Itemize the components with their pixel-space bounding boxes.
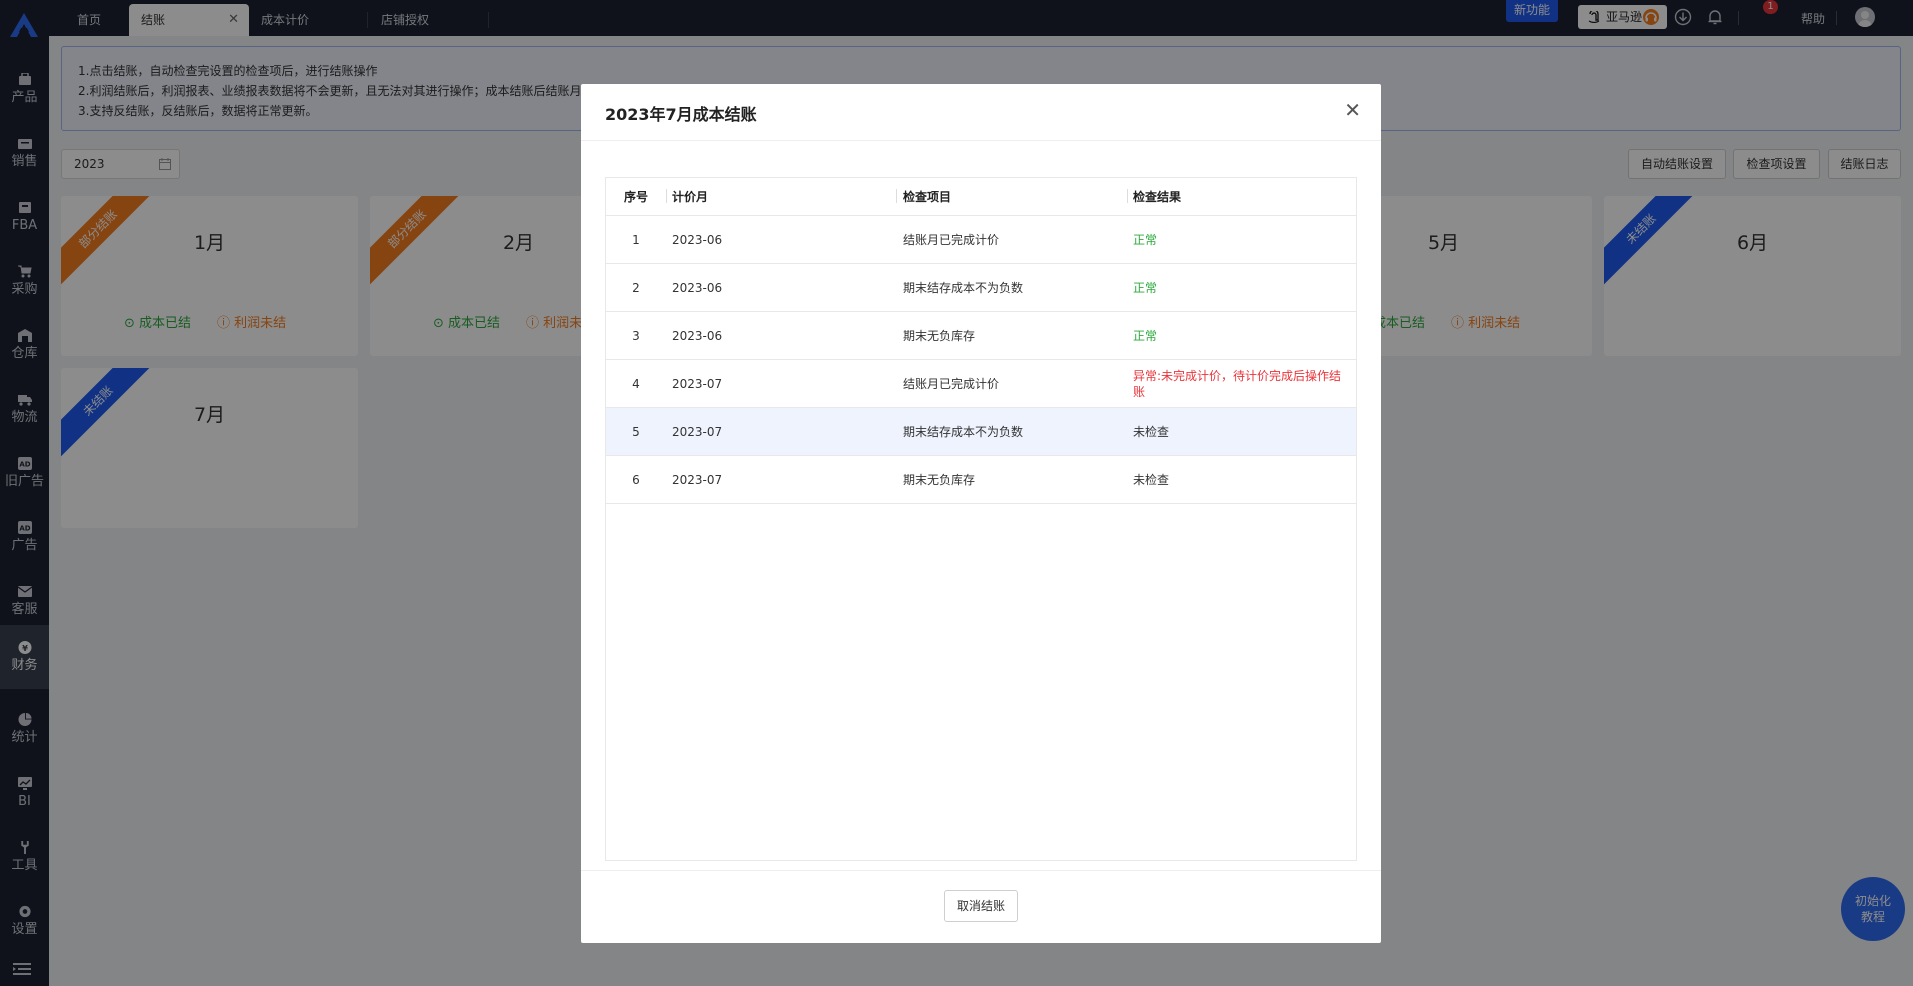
row-month: 2023-06 xyxy=(672,280,723,295)
column-divider xyxy=(896,189,897,203)
row-index: 5 xyxy=(632,424,640,439)
table-row: 6 2023-07 期末无负库存 未检查 xyxy=(606,456,1356,504)
row-index: 3 xyxy=(632,328,640,343)
row-item: 期末无负库存 xyxy=(903,329,976,343)
row-index: 4 xyxy=(632,376,640,391)
dialog-header: 2023年7月成本结账 ✕ xyxy=(581,84,1381,141)
row-month: 2023-07 xyxy=(672,376,723,391)
table-row: 1 2023-06 结账月已完成计价 正常 xyxy=(606,216,1356,264)
table-row: 3 2023-06 期末无负库存 正常 xyxy=(606,312,1356,360)
cancel-settlement-button[interactable]: 取消结账 xyxy=(944,890,1018,922)
row-month: 2023-07 xyxy=(672,424,723,439)
column-header: 检查项目 xyxy=(903,190,952,204)
check-table: 序号 计价月 检查项目 检查结果 1 2023-06 结账月已完成计价 正常 2… xyxy=(605,177,1357,861)
column-divider xyxy=(1127,189,1128,203)
column-header: 序号 xyxy=(623,190,648,204)
row-item: 期末无负库存 xyxy=(903,473,976,487)
row-result: 正常 xyxy=(1133,328,1158,343)
row-result: 未检查 xyxy=(1133,472,1170,487)
column-header: 检查结果 xyxy=(1133,189,1182,204)
settlement-dialog: 2023年7月成本结账 ✕ 序号 计价月 检查项目 检查结果 1 2023-06… xyxy=(581,84,1381,943)
row-result: 正常 xyxy=(1133,232,1158,247)
row-result: 未检查 xyxy=(1133,424,1170,439)
row-result: 异常:未完成计价，待计价完成后操作结账 xyxy=(1133,368,1342,399)
row-index: 1 xyxy=(632,232,640,247)
row-item: 期末结存成本不为负数 xyxy=(903,425,1024,439)
row-month: 2023-07 xyxy=(672,472,723,487)
row-index: 2 xyxy=(632,280,640,295)
row-item: 期末结存成本不为负数 xyxy=(903,281,1024,295)
close-icon[interactable]: ✕ xyxy=(1344,100,1361,120)
row-item: 结账月已完成计价 xyxy=(903,233,1000,247)
dialog-title: 2023年7月成本结账 xyxy=(605,105,757,124)
column-divider xyxy=(666,189,667,203)
column-header: 计价月 xyxy=(672,190,709,204)
row-result: 正常 xyxy=(1133,280,1158,295)
table-row: 4 2023-07 结账月已完成计价 异常:未完成计价，待计价完成后操作结账 xyxy=(606,360,1356,408)
table-header: 序号 计价月 检查项目 检查结果 xyxy=(606,178,1356,216)
row-item: 结账月已完成计价 xyxy=(903,377,1000,391)
row-month: 2023-06 xyxy=(672,328,723,343)
table-row: 5 2023-07 期末结存成本不为负数 未检查 xyxy=(606,408,1356,456)
row-month: 2023-06 xyxy=(672,232,723,247)
table-row: 2 2023-06 期末结存成本不为负数 正常 xyxy=(606,264,1356,312)
row-index: 6 xyxy=(632,472,640,487)
